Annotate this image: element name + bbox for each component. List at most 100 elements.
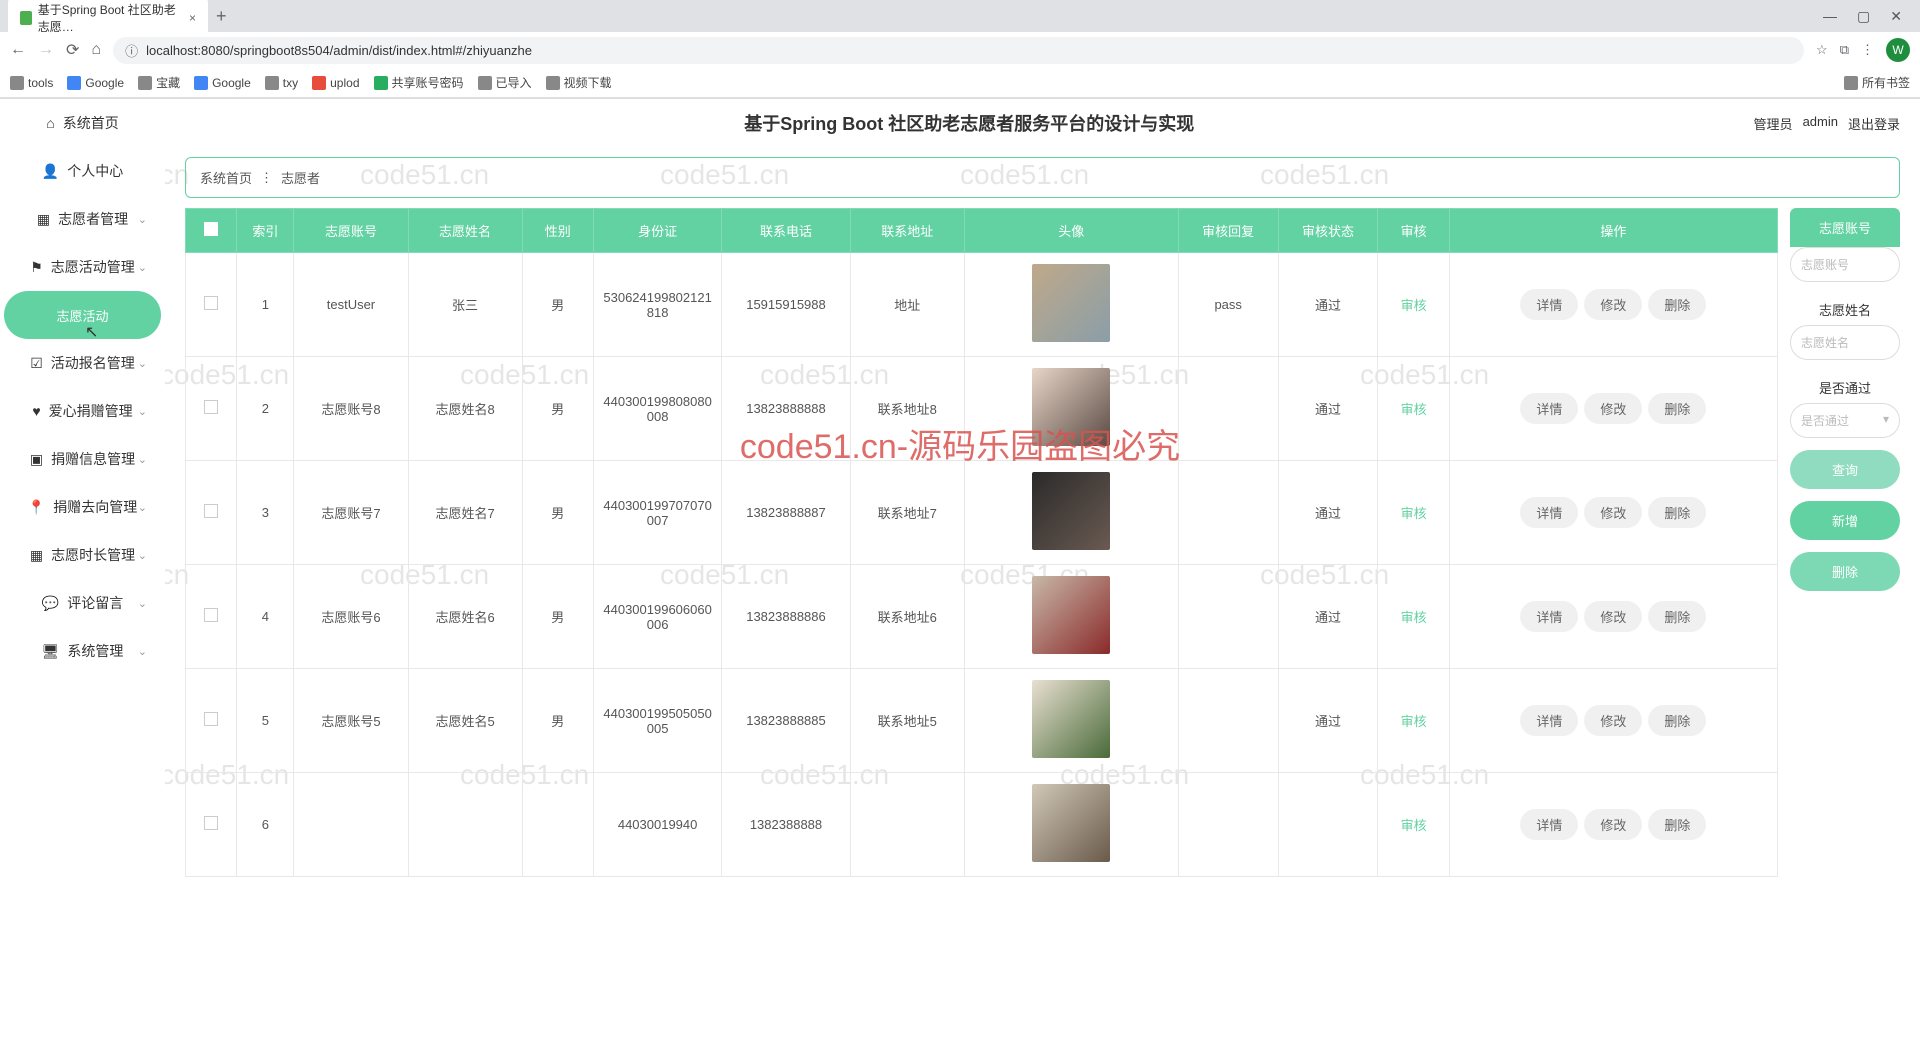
close-window-icon[interactable]: ✕ (1890, 8, 1902, 25)
sidebar-item-志愿时长管理[interactable]: ▦志愿时长管理⌄ (4, 531, 161, 579)
op-修改-button[interactable]: 修改 (1584, 497, 1642, 528)
audit-link[interactable]: 审核 (1401, 402, 1427, 417)
op-详情-button[interactable]: 详情 (1520, 601, 1578, 632)
bookmark-item[interactable]: uplod (312, 76, 359, 90)
bookmark-item[interactable]: 已导入 (478, 74, 532, 91)
op-删除-button[interactable]: 删除 (1648, 393, 1706, 424)
filter-label-pass: 是否通过 (1790, 364, 1900, 403)
sidebar-item-志愿活动[interactable]: 志愿活动 (4, 291, 161, 339)
home-icon[interactable]: ⌂ (91, 41, 101, 59)
bookmark-item[interactable]: 共享账号密码 (374, 74, 464, 91)
filter-input-name[interactable]: 志愿姓名 (1790, 325, 1900, 360)
sidebar-item-捐赠信息管理[interactable]: ▣捐赠信息管理⌄ (4, 435, 161, 483)
back-icon[interactable]: ← (10, 41, 26, 59)
table-row: 2志愿账号8志愿姓名8男4403001998080800081382388888… (186, 357, 1778, 461)
sidebar-item-活动报名管理[interactable]: ☑活动报名管理⌄ (4, 339, 161, 387)
op-详情-button[interactable]: 详情 (1520, 393, 1578, 424)
sidebar-item-系统首页[interactable]: ⌂系统首页 (4, 99, 161, 147)
op-删除-button[interactable]: 删除 (1648, 705, 1706, 736)
breadcrumb-current: 志愿者 (281, 168, 320, 187)
breadcrumb-home[interactable]: 系统首页 (200, 168, 252, 187)
filter-input-acct[interactable]: 志愿账号 (1790, 247, 1900, 282)
row-checkbox[interactable] (186, 253, 237, 357)
audit-link[interactable]: 审核 (1401, 298, 1427, 313)
audit-link[interactable]: 审核 (1401, 610, 1427, 625)
op-修改-button[interactable]: 修改 (1584, 393, 1642, 424)
cell-ops: 详情修改删除 (1449, 669, 1777, 773)
new-tab-button[interactable]: + (216, 6, 227, 27)
cell-status: 通过 (1278, 565, 1378, 669)
sidebar-item-志愿活动管理[interactable]: ⚑志愿活动管理⌄ (4, 243, 161, 291)
sidebar-item-系统管理[interactable]: 🖥系统管理⌄ (4, 627, 161, 675)
sidebar-item-志愿者管理[interactable]: ▦志愿者管理⌄ (4, 195, 161, 243)
op-修改-button[interactable]: 修改 (1584, 809, 1642, 840)
audit-link[interactable]: 审核 (1401, 506, 1427, 521)
extensions-icon[interactable]: ⧉ (1840, 42, 1849, 58)
role-label: 管理员 (1754, 114, 1793, 133)
monitor-icon: 🖥 (42, 643, 60, 660)
chat-icon: 💬 (42, 595, 59, 612)
row-checkbox[interactable] (186, 773, 237, 877)
url-text: localhost:8080/springboot8s504/admin/dis… (146, 43, 532, 58)
cell-reply: pass (1178, 253, 1278, 357)
op-修改-button[interactable]: 修改 (1584, 705, 1642, 736)
profile-avatar[interactable]: W (1886, 38, 1910, 62)
op-删除-button[interactable]: 删除 (1648, 809, 1706, 840)
add-button[interactable]: 新增 (1790, 501, 1900, 540)
logout-link[interactable]: 退出登录 (1848, 114, 1900, 133)
box-icon: ▣ (30, 451, 43, 468)
bookmark-item[interactable]: txy (265, 76, 298, 90)
sidebar-item-捐赠去向管理[interactable]: 📍捐赠去向管理⌄ (4, 483, 161, 531)
col-header: 审核回复 (1178, 209, 1278, 253)
row-checkbox[interactable] (186, 565, 237, 669)
op-删除-button[interactable]: 删除 (1648, 289, 1706, 320)
op-详情-button[interactable]: 详情 (1520, 705, 1578, 736)
favicon-icon (20, 11, 32, 25)
sidebar-item-个人中心[interactable]: 👤个人中心 (4, 147, 161, 195)
forward-icon[interactable]: → (38, 41, 54, 59)
delete-button[interactable]: 删除 (1790, 552, 1900, 591)
cell-idcard: 44030019940 (593, 773, 721, 877)
sidebar-item-爱心捐赠管理[interactable]: ♥爱心捐赠管理⌄ (4, 387, 161, 435)
minimize-icon[interactable]: — (1823, 8, 1837, 25)
cell-addr: 联系地址6 (850, 565, 964, 669)
op-修改-button[interactable]: 修改 (1584, 601, 1642, 632)
info-icon: ⓘ (125, 41, 138, 60)
url-extensions: ☆ ⧉ ⋮ W (1816, 38, 1910, 62)
bookmark-item[interactable]: Google (194, 76, 251, 90)
all-bookmarks[interactable]: 所有书签 (1844, 74, 1910, 91)
browser-tab[interactable]: 基于Spring Boot 社区助老志愿… × (8, 0, 208, 41)
share-icon[interactable]: ☆ (1816, 42, 1828, 58)
op-修改-button[interactable]: 修改 (1584, 289, 1642, 320)
filter-select-pass[interactable]: 是否通过 (1790, 403, 1900, 438)
cell-idx: 6 (237, 773, 294, 877)
cell-audit: 审核 (1378, 565, 1449, 669)
maximize-icon[interactable]: ▢ (1857, 8, 1870, 25)
close-icon[interactable]: × (189, 11, 196, 25)
sidebar-item-评论留言[interactable]: 💬评论留言⌄ (4, 579, 161, 627)
menu-icon[interactable]: ⋮ (1861, 42, 1874, 58)
row-checkbox[interactable] (186, 357, 237, 461)
row-checkbox[interactable] (186, 461, 237, 565)
op-详情-button[interactable]: 详情 (1520, 497, 1578, 528)
bookmark-item[interactable]: Google (67, 76, 124, 90)
site-icon (194, 76, 208, 90)
op-删除-button[interactable]: 删除 (1648, 497, 1706, 528)
cell-name (408, 773, 522, 877)
url-input[interactable]: ⓘ localhost:8080/springboot8s504/admin/d… (113, 37, 1804, 64)
op-详情-button[interactable]: 详情 (1520, 809, 1578, 840)
select-all-checkbox[interactable] (186, 209, 237, 253)
bookmark-item[interactable]: 视频下载 (546, 74, 612, 91)
bookmark-item[interactable]: tools (10, 76, 53, 90)
audit-link[interactable]: 审核 (1401, 818, 1427, 833)
bookmark-item[interactable]: 宝藏 (138, 74, 180, 91)
op-删除-button[interactable]: 删除 (1648, 601, 1706, 632)
search-button[interactable]: 查询 (1790, 450, 1900, 489)
audit-link[interactable]: 审核 (1401, 714, 1427, 729)
op-详情-button[interactable]: 详情 (1520, 289, 1578, 320)
cell-gender: 男 (522, 461, 593, 565)
row-checkbox[interactable] (186, 669, 237, 773)
col-header: 头像 (964, 209, 1178, 253)
filter-panel: 志愿账号 志愿账号 志愿姓名 志愿姓名 是否通过 是否通过 查询 新增 删除 (1790, 208, 1900, 1019)
reload-icon[interactable]: ⟳ (66, 40, 79, 60)
